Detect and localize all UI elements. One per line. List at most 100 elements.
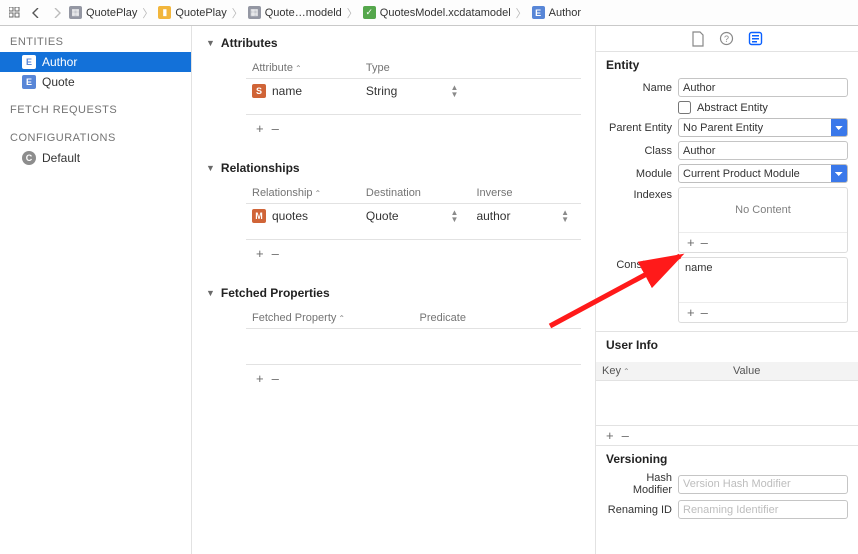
disclosure-icon[interactable]: ▼	[206, 38, 215, 48]
entity-icon: E	[532, 6, 545, 19]
relationship-inverse-select[interactable]: author ▲▼	[476, 209, 575, 223]
disclosure-icon[interactable]: ▼	[206, 288, 215, 298]
svg-text:?: ?	[724, 34, 729, 44]
col-fetched-property[interactable]: Fetched Property⌃	[246, 308, 414, 329]
indexes-box[interactable]: No Content + –	[678, 187, 848, 253]
editor-panel: ▼ Attributes Attribute⌃ Type	[192, 26, 596, 554]
constraints-label: Constraints	[606, 257, 678, 271]
inspector-tabs: ?	[596, 26, 858, 52]
file-icon: ▦	[248, 6, 261, 19]
add-relationship-button[interactable]: +	[256, 246, 264, 261]
col-type[interactable]: Type	[360, 58, 471, 79]
versioning-section: Versioning Hash Modifier Renaming ID	[596, 446, 858, 527]
entity-inspector-section: Entity Name Abstract Entity Parent Entit…	[596, 52, 858, 332]
crumb-project[interactable]: ▦ QuotePlay	[69, 6, 137, 19]
crumb-label: QuotePlay	[86, 7, 137, 19]
configuration-default[interactable]: C Default	[0, 148, 191, 168]
nav-forward-icon[interactable]	[48, 4, 66, 22]
user-info-body[interactable]	[596, 381, 858, 425]
stepper-icon: ▲▼	[451, 84, 459, 98]
abstract-entity-checkbox[interactable]	[678, 101, 691, 114]
disclosure-icon[interactable]: ▼	[206, 163, 215, 173]
indexes-label: Indexes	[606, 187, 678, 201]
section-title: User Info	[596, 334, 858, 356]
attributes-section: ▼ Attributes Attribute⌃ Type	[206, 36, 581, 141]
add-index-button[interactable]: +	[687, 235, 695, 250]
col-destination[interactable]: Destination	[360, 183, 471, 204]
class-label: Class	[606, 145, 678, 157]
section-configurations: CONFIGURATIONS	[0, 128, 191, 148]
remove-fetched-button[interactable]: –	[272, 371, 279, 386]
name-label: Name	[606, 82, 678, 94]
related-items-icon[interactable]	[6, 4, 24, 22]
attribute-row[interactable]: S name String ▲▼	[246, 79, 581, 104]
constraints-box[interactable]: name + –	[678, 257, 848, 323]
section-title: Versioning	[606, 452, 848, 466]
section-title: Attributes	[221, 36, 278, 50]
crumb-folder[interactable]: ▮ QuotePlay	[158, 6, 226, 19]
entity-author[interactable]: E Author	[0, 52, 191, 72]
entity-label: Author	[42, 55, 77, 69]
hash-modifier-field[interactable]	[678, 475, 848, 494]
renaming-id-field[interactable]	[678, 500, 848, 519]
crumb-entity[interactable]: E Author	[532, 6, 581, 19]
attribute-type-icon: S	[252, 84, 266, 98]
crumb-label: QuotePlay	[175, 7, 226, 19]
inspector-panel: ? Entity Name Abstract Entity Parent En	[596, 26, 858, 554]
fetched-properties-section: ▼ Fetched Properties Fetched Property⌃ P…	[206, 286, 581, 391]
remove-index-button[interactable]: –	[701, 235, 708, 250]
configuration-label: Default	[42, 151, 80, 165]
section-title: Entity	[606, 58, 848, 72]
crumb-label: Quote…modeld	[265, 7, 342, 19]
entity-icon: E	[22, 75, 36, 89]
attribute-type-select[interactable]: String ▲▼	[366, 84, 465, 98]
col-attribute[interactable]: Attribute⌃	[246, 58, 360, 79]
tab-quick-help[interactable]: ?	[719, 31, 734, 46]
stepper-icon: ▲▼	[561, 209, 569, 223]
tab-data-model-inspector[interactable]	[748, 31, 763, 46]
tab-file-inspector[interactable]	[691, 31, 705, 47]
add-constraint-button[interactable]: +	[687, 305, 695, 320]
project-icon: ▦	[69, 6, 82, 19]
section-title: Fetched Properties	[221, 286, 330, 300]
remove-relationship-button[interactable]: –	[272, 246, 279, 261]
constraint-item[interactable]: name	[685, 262, 713, 274]
col-key[interactable]: Key⌃	[596, 362, 727, 381]
col-value[interactable]: Value	[727, 362, 858, 381]
entity-icon: E	[22, 55, 36, 69]
path-bar: ▦ QuotePlay 〉 ▮ QuotePlay 〉 ▦ Quote…mode…	[0, 0, 858, 26]
relationship-destination-select[interactable]: Quote ▲▼	[366, 209, 465, 223]
module-label: Module	[606, 168, 678, 180]
parent-entity-select[interactable]: No Parent Entity	[678, 118, 848, 137]
col-relationship[interactable]: Relationship⌃	[246, 183, 360, 204]
crumb-label: QuotesModel.xcdatamodel	[380, 7, 511, 19]
indexes-empty: No Content	[679, 188, 847, 232]
nav-back-icon[interactable]	[27, 4, 45, 22]
relationship-type-icon: M	[252, 209, 266, 223]
section-title: Relationships	[221, 161, 300, 175]
remove-constraint-button[interactable]: –	[701, 305, 708, 320]
relationships-section: ▼ Relationships Relationship⌃ Destinatio…	[206, 161, 581, 266]
section-entities: ENTITIES	[0, 32, 191, 52]
add-userinfo-button[interactable]: +	[606, 428, 614, 443]
module-select[interactable]: Current Product Module	[678, 164, 848, 183]
class-field[interactable]	[678, 141, 848, 160]
entity-quote[interactable]: E Quote	[0, 72, 191, 92]
attribute-name: name	[272, 84, 302, 98]
parent-entity-label: Parent Entity	[606, 122, 678, 134]
relationship-row[interactable]: M quotes Quote ▲▼ author ▲▼	[246, 204, 581, 229]
renaming-id-label: Renaming ID	[606, 504, 678, 516]
entity-name-field[interactable]	[678, 78, 848, 97]
remove-userinfo-button[interactable]: –	[622, 428, 629, 443]
col-inverse[interactable]: Inverse	[470, 183, 581, 204]
crumb-modeld[interactable]: ▦ Quote…modeld	[248, 6, 342, 19]
hash-modifier-label: Hash Modifier	[606, 472, 678, 496]
add-fetched-button[interactable]: +	[256, 371, 264, 386]
crumb-model[interactable]: ✓ QuotesModel.xcdatamodel	[363, 6, 511, 19]
remove-attribute-button[interactable]: –	[272, 121, 279, 136]
navigator-panel: ENTITIES E Author E Quote FETCH REQUESTS…	[0, 26, 192, 554]
user-info-section: User Info Key⌃ Value + –	[596, 332, 858, 446]
col-predicate[interactable]: Predicate	[414, 308, 582, 329]
add-attribute-button[interactable]: +	[256, 121, 264, 136]
folder-icon: ▮	[158, 6, 171, 19]
